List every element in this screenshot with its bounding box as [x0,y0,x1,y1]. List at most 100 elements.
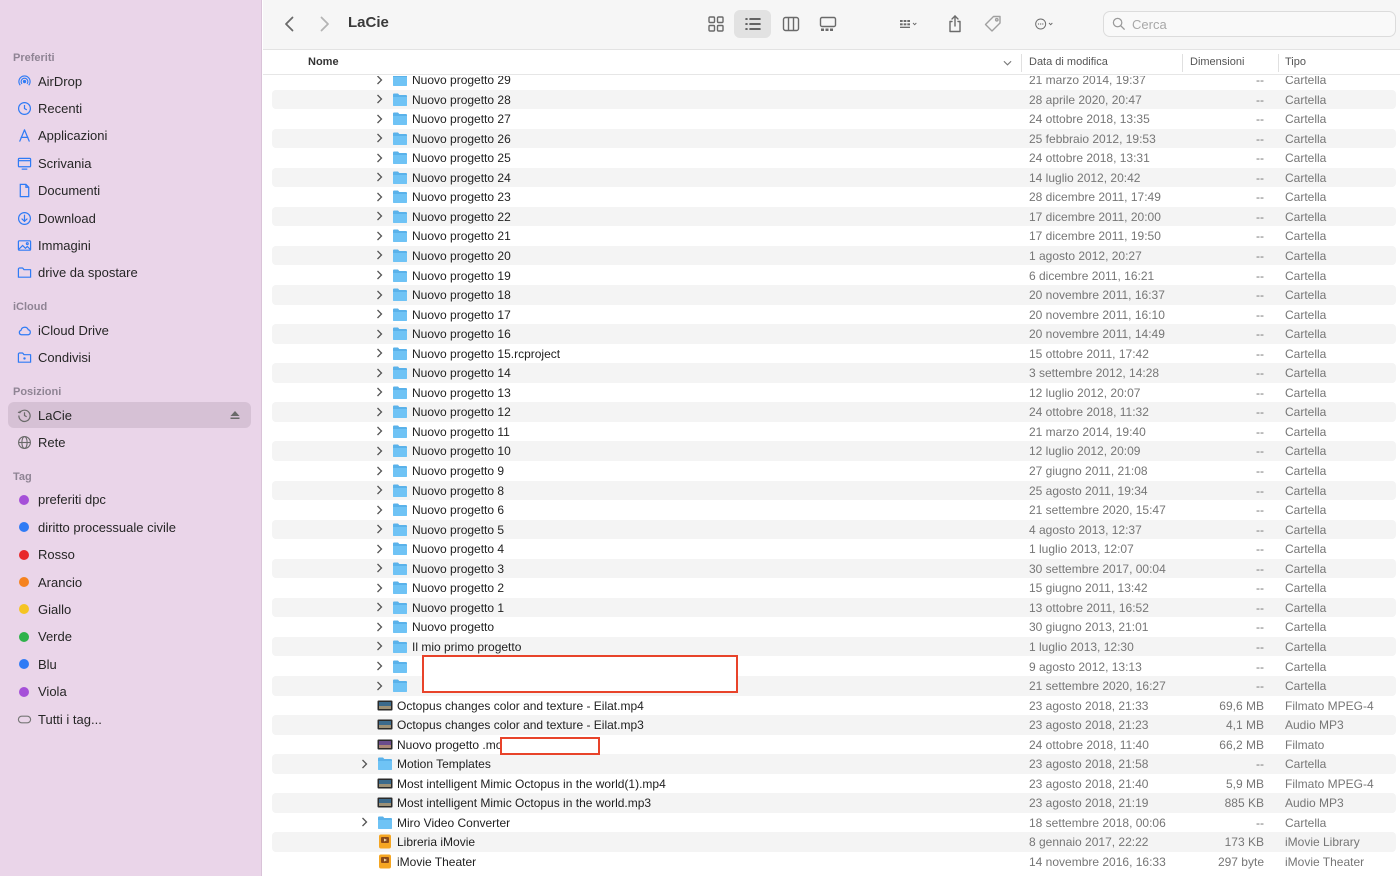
column-name-header[interactable]: Nome [308,56,339,68]
file-row[interactable]: Nuovo progetto 1 13 ottobre 2011, 16:52 --… [272,597,1396,618]
sidebar-item-verde[interactable]: Verde [8,624,251,650]
column-kind-header[interactable]: Tipo [1285,56,1306,68]
file-row[interactable]: Libreria iMovie 8 gennaio 2017, 22:22 173 … [272,832,1396,852]
disclosure-triangle-icon[interactable] [374,270,384,281]
sidebar-item-drive-da-spostare[interactable]: drive da spostare [8,260,251,286]
disclosure-triangle-icon[interactable] [374,250,384,261]
disclosure-triangle-icon[interactable] [374,582,384,593]
file-row[interactable]: Nuovo progetto 6 21 settembre 2020, 15:47… [272,500,1396,520]
disclosure-triangle-icon[interactable] [374,445,384,456]
sidebar-item-lacie[interactable]: LaCie [8,402,251,428]
file-row[interactable]: Nuovo progetto 13 12 luglio 2012, 20:07 --… [272,383,1396,403]
file-row[interactable]: Octopus changes color and texture - Eila… [272,696,1396,716]
file-row[interactable]: Nuovo progetto 23 28 dicembre 2011, 17:49… [272,187,1396,207]
file-row[interactable]: Nuovo progetto 5 4 agosto 2013, 12:37 -- Ca… [272,519,1396,540]
file-row[interactable]: Nuovo progetto 10 12 luglio 2012, 20:09 --… [272,441,1396,461]
file-row[interactable]: Most intelligent Mimic Octopus in the wo… [272,774,1396,794]
file-row[interactable]: Nuovo progetto 24 14 luglio 2012, 20:42 --… [272,167,1396,188]
disclosure-triangle-icon[interactable] [374,387,384,398]
file-row[interactable]: Nuovo progetto 19 6 dicembre 2011, 16:21 -… [272,266,1396,286]
forward-button[interactable] [313,12,335,36]
disclosure-triangle-icon[interactable] [374,133,384,144]
disclosure-triangle-icon[interactable] [374,680,384,691]
disclosure-triangle-icon[interactable] [374,309,384,320]
file-row[interactable]: Nuovo progetto 26 25 febbraio 2012, 19:53… [272,128,1396,149]
sidebar-item-viola[interactable]: Viola [8,679,251,705]
file-row[interactable]: Nuovo progetto 12 24 ottobre 2018, 11:32 -… [272,402,1396,422]
sidebar-item-icloud-drive[interactable]: iCloud Drive [8,317,251,343]
file-row[interactable]: Nuovo progetto 27 24 ottobre 2018, 13:35 -… [272,109,1396,129]
disclosure-triangle-icon[interactable] [374,367,384,378]
file-row[interactable]: Nuovo progetto 25 24 ottobre 2018, 13:31 -… [272,148,1396,168]
file-row[interactable]: Most intelligent Mimic Octopus in the wo… [272,793,1396,813]
file-row[interactable]: Nuovo progetto 15.rcproject 15 ottobre 20… [272,344,1396,364]
column-separator[interactable] [1021,54,1022,72]
disclosure-triangle-icon[interactable] [374,406,384,417]
file-row[interactable]: Nuovo progetto 21 17 dicembre 2011, 19:50… [272,226,1396,246]
column-separator[interactable] [1182,54,1183,72]
sidebar-item-preferiti-dpc[interactable]: preferiti dpc [8,487,251,513]
disclosure-triangle-icon[interactable] [374,661,384,672]
disclosure-triangle-icon[interactable] [374,348,384,359]
sidebar-item-scrivania[interactable]: Scrivania [8,150,251,176]
file-row[interactable]: Nuovo progetto .mov 24 ottobre 2018, 11:4… [272,735,1396,755]
sidebar-item-tutti-i-tag[interactable]: Tutti i tag... [8,706,251,732]
icon-view-button[interactable] [701,11,731,37]
disclosure-triangle-icon[interactable] [374,524,384,535]
gallery-view-button[interactable] [813,11,843,37]
file-row[interactable]: Nuovo progetto 11 21 marzo 2014, 19:40 -- C… [272,422,1396,442]
sidebar-item-condivisi[interactable]: Condivisi [8,345,251,371]
file-row[interactable]: iMovie Theater 14 novembre 2016, 16:33 297… [272,852,1396,872]
file-row[interactable]: Octopus changes color and texture - Eila… [272,715,1396,735]
file-row[interactable]: Nuovo progetto 30 giugno 2013, 21:01 -- Car… [272,617,1396,637]
column-view-button[interactable] [776,11,806,37]
file-row[interactable]: Nuovo progetto 3 30 settembre 2017, 00:04… [272,558,1396,579]
file-row[interactable]: Nuovo progetto 9 27 giugno 2011, 21:08 -- C… [272,461,1396,481]
disclosure-triangle-icon[interactable] [374,485,384,496]
file-row[interactable]: Nuovo progetto 28 28 aprile 2020, 20:47 --… [272,89,1396,110]
sidebar-item-airdrop[interactable]: AirDrop [8,68,251,94]
search-input[interactable] [1132,16,1372,32]
disclosure-triangle-icon[interactable] [374,211,384,222]
disclosure-triangle-icon[interactable] [359,817,369,828]
list-view-button[interactable] [734,10,771,38]
file-row[interactable]: Nuovo progetto 20 1 agosto 2012, 20:27 -- C… [272,245,1396,266]
share-button[interactable] [943,10,967,38]
eject-icon[interactable] [229,409,241,421]
sidebar-item-immagini[interactable]: Immagini [8,232,251,258]
disclosure-triangle-icon[interactable] [374,76,384,85]
disclosure-triangle-icon[interactable] [374,152,384,163]
sidebar-item-recenti[interactable]: Recenti [8,95,251,121]
sidebar-item-applicazioni[interactable]: Applicazioni [8,123,251,149]
file-row[interactable]: Miro Video Converter 18 settembre 2018, 0… [272,813,1396,833]
sidebar-item-giallo[interactable]: Giallo [8,596,251,622]
file-row[interactable]: Nuovo progetto 22 17 dicembre 2011, 20:00… [272,206,1396,227]
file-row[interactable]: Nuovo progetto 16 20 novembre 2011, 14:49… [272,324,1396,344]
back-button[interactable] [279,12,301,36]
file-row[interactable]: Nuovo progetto 2 15 giugno 2011, 13:42 -- C… [272,578,1396,598]
disclosure-triangle-icon[interactable] [374,426,384,437]
sidebar-item-arancio[interactable]: Arancio [8,569,251,595]
disclosure-triangle-icon[interactable] [374,230,384,241]
file-row[interactable]: Motion Templates 23 agosto 2018, 21:58 -- C… [272,754,1396,774]
disclosure-triangle-icon[interactable] [374,641,384,652]
sidebar-item-blu[interactable]: Blu [8,651,251,677]
sidebar-item-documenti[interactable]: Documenti [8,178,251,204]
file-row[interactable]: Nuovo progetto 14 3 settembre 2012, 14:28… [272,363,1396,383]
disclosure-triangle-icon[interactable] [374,602,384,613]
disclosure-triangle-icon[interactable] [374,563,384,574]
disclosure-triangle-icon[interactable] [359,758,369,769]
group-button[interactable] [887,11,929,37]
disclosure-triangle-icon[interactable] [374,465,384,476]
more-actions-button[interactable] [1023,11,1065,37]
disclosure-triangle-icon[interactable] [374,172,384,183]
disclosure-triangle-icon[interactable] [374,504,384,515]
file-row[interactable]: Nuovo progetto 29 21 marzo 2014, 19:37 -- C… [272,76,1396,90]
file-row[interactable]: Nuovo progetto 18 20 novembre 2011, 16:37… [272,285,1396,305]
column-date-header[interactable]: Data di modifica [1029,56,1108,68]
column-size-header[interactable]: Dimensioni [1190,56,1244,68]
sidebar-item-rosso[interactable]: Rosso [8,542,251,568]
disclosure-triangle-icon[interactable] [374,113,384,124]
column-separator[interactable] [1278,54,1279,72]
file-row[interactable]: Nuovo progetto 4 1 luglio 2013, 12:07 -- Ca… [272,539,1396,559]
